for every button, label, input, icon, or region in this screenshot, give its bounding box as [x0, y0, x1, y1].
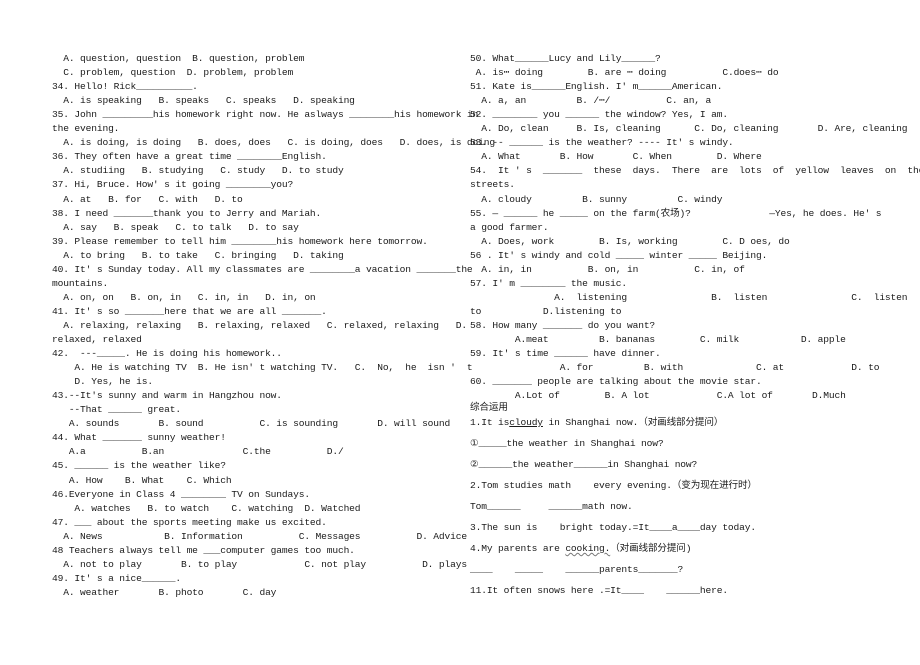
- item-text: ①_____the weather in Shanghai now?: [470, 438, 664, 449]
- left-line: 42. ---_____. He is doing his homework..: [52, 348, 282, 360]
- left-line: A. How B. What C. Which: [52, 474, 232, 486]
- right-line: streets.: [470, 179, 515, 191]
- left-line: A. sounds B. sound C. is sounding D. wil…: [52, 418, 451, 430]
- left-line: 38. I need _______thank you to Jerry and…: [52, 207, 322, 219]
- right-line: A. Do, clean B. Is, cleaning C. Do, clea…: [470, 123, 908, 135]
- right-line: 51. Kate is______English. I' m______Amer…: [470, 81, 723, 93]
- left-line: --That ______ great.: [52, 404, 181, 416]
- left-line: 40. It' s Sunday today. All my classmate…: [52, 263, 473, 275]
- item-text: ②______the weather______in Shanghai now?: [470, 459, 698, 470]
- right-line: 59. It' s time ______ have dinner.: [470, 348, 661, 360]
- right-line: 58. How many _______ do you want?: [470, 319, 656, 331]
- section-item: ②______the weather______in Shanghai now?: [470, 459, 697, 471]
- right-line: 56 . It' s windy and cold _____ winter _…: [470, 249, 768, 261]
- item-text: 2.Tom studies math every evening.（变为现在进行…: [470, 480, 757, 491]
- section-item: 1.It iscloudy in Shanghai now.（对画线部分提问）: [470, 417, 723, 429]
- left-line: 41. It' s so _______here that we are all…: [52, 305, 327, 317]
- right-line: 52. ________ you ______ the window? Yes,…: [470, 109, 728, 121]
- right-line: A. a, an B. /⋯/ C. an, a: [470, 95, 712, 107]
- item-instruction: （对画线部分提问): [610, 543, 692, 554]
- section-title: 综合运用: [470, 402, 508, 413]
- right-line: A. is⋯ doing B. are ⋯ doing C.does⋯ do: [470, 67, 779, 79]
- item-text: 4.My parents are: [470, 543, 566, 554]
- right-line: A.Lot of B. A lot C.A lot of D.Much: [470, 390, 846, 402]
- left-line: 44. What _______ sunny weather!: [52, 432, 226, 444]
- right-line: 55. — ______ he _____ on the farm(农场)? —…: [470, 207, 882, 219]
- left-line: mountains.: [52, 277, 109, 289]
- underlined-target: cloudy: [509, 417, 543, 428]
- section-item: 4.My parents are cooking.（对画线部分提问): [470, 543, 692, 555]
- right-line: A. in, in B. on, in C. in, of: [470, 263, 745, 275]
- item-text: ____ _____ ______parents_______?: [470, 564, 684, 575]
- right-line: A. listening B. listen C. listen: [470, 291, 908, 303]
- left-line: A. He is watching TV B. He isn' t watchi…: [52, 362, 473, 374]
- left-line: A. say B. speak C. to talk D. to say: [52, 221, 299, 233]
- left-line: 48 Teachers always tell me ___computer g…: [52, 544, 355, 556]
- left-line: A. on, on B. on, in C. in, in D. in, on: [52, 291, 316, 303]
- left-line: 47. ___ about the sports meeting make us…: [52, 516, 327, 528]
- right-line: 53. -- ______ is the weather? ---- It' s…: [470, 137, 734, 149]
- item-text: Tom______ ______math now.: [470, 501, 633, 512]
- left-line: 34. Hello! Rick__________.: [52, 81, 198, 93]
- item-instruction: in Shanghai now.（对画线部分提问）: [542, 417, 724, 428]
- left-line: 43.--It's sunny and warm in Hangzhou now…: [52, 390, 282, 402]
- left-line: A. weather B. photo C. day: [52, 586, 277, 598]
- left-line: A.a B.an C.the D./: [52, 446, 344, 458]
- right-line: 57. I' m ________ the music.: [470, 277, 628, 289]
- left-line: A. is speaking B. speaks C. speaks D. sp…: [52, 95, 355, 107]
- section-item: ①_____the weather in Shanghai now?: [470, 438, 664, 450]
- item-text: 3.The sun is bright today.=It____a____da…: [470, 522, 756, 533]
- left-line: A. studiing B. studying C. study D. to s…: [52, 165, 344, 177]
- left-line: 37. Hi, Bruce. How' s it going ________y…: [52, 179, 294, 191]
- right-line: a good farmer.: [470, 221, 549, 233]
- left-line: A. question, question B. question, probl…: [52, 53, 305, 64]
- left-line: A. relaxing, relaxing B. relaxing, relax…: [52, 319, 467, 331]
- right-line: 60. _______ people are talking about the…: [470, 376, 762, 388]
- section-item: ____ _____ ______parents_______?: [470, 564, 683, 576]
- left-line: 35. John _________his homework right now…: [52, 109, 479, 121]
- left-line: 49. It' s a nice______.: [52, 572, 181, 584]
- left-line: A. not to play B. to play C. not play D.…: [52, 558, 467, 570]
- left-line: A. News B. Information C. Messages D. Ad…: [52, 530, 467, 542]
- right-line: A.meat B. bananas C. milk D. apple: [470, 334, 846, 345]
- left-line: A. at B. for C. with D. to: [52, 193, 243, 205]
- left-line: the evening.: [52, 123, 120, 135]
- right-line: A. for B. with C. at D. to: [470, 362, 880, 374]
- section-item: 11.It often snows here .=It____ ______he…: [470, 585, 728, 597]
- right-line: A. cloudy B. sunny C. windy: [470, 193, 723, 205]
- left-line: A. watches B. to watch C. watching D. Wa…: [52, 502, 361, 514]
- underlined-target: cooking.: [565, 543, 611, 554]
- right-line: 50. What______Lucy and Lily______?: [470, 53, 661, 64]
- left-line: A. is doing, is doing B. does, does C. i…: [52, 137, 495, 149]
- section-item: Tom______ ______math now.: [470, 501, 633, 513]
- section-item: 2.Tom studies math every evening.（变为现在进行…: [470, 480, 757, 492]
- right-line: A. Does, work B. Is, working C. D oes, d…: [470, 235, 790, 247]
- left-line: 45. ______ is the weather like?: [52, 460, 226, 472]
- right-line: to D.listening to: [470, 305, 622, 317]
- left-line: C. problem, question D. problem, problem: [52, 67, 294, 79]
- item-text: 1.It is: [470, 417, 510, 428]
- right-line: 54. It ' s _______ these days. There are…: [470, 165, 920, 177]
- left-line: 39. Please remember to tell him ________…: [52, 235, 428, 247]
- left-line: A. to bring B. to take C. bringing D. ta…: [52, 249, 344, 261]
- item-text: 11.It often snows here .=It____ ______he…: [470, 585, 728, 596]
- left-line: relaxed, relaxed: [52, 334, 142, 345]
- left-line: D. Yes, he is.: [52, 376, 153, 388]
- right-line: A. What B. How C. When D. Where: [470, 151, 762, 163]
- left-line: 36. They often have a great time _______…: [52, 151, 327, 163]
- section-item: 3.The sun is bright today.=It____a____da…: [470, 522, 756, 534]
- left-line: 46.Everyone in Class 4 ________ TV on Su…: [52, 488, 310, 500]
